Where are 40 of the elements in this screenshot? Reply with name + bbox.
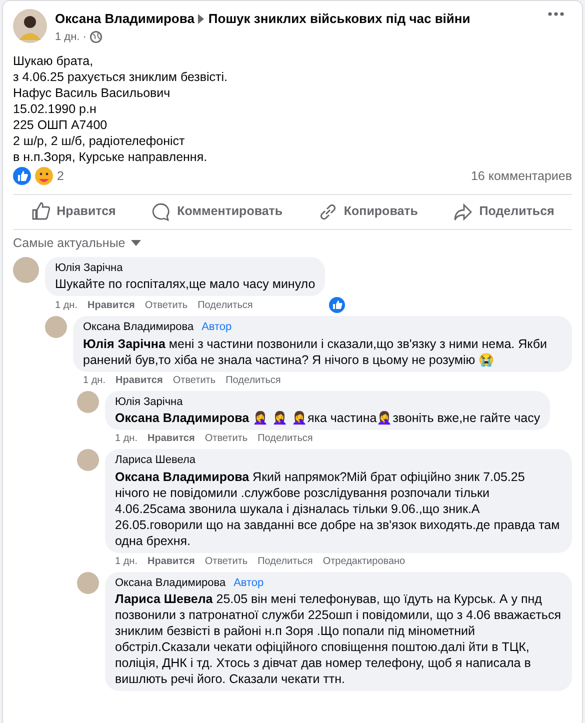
- reply-link[interactable]: Ответить: [172, 372, 216, 388]
- author-name[interactable]: Оксана Владимирова: [55, 9, 194, 28]
- post-text: Шукаю брата, з 4.06.25 рахується зниклим безвісті. Нафус Василь Васильович 15.02.1990 р.н 225 ОШП А7400 2 ш/р, 2 ш/б, радіотелефоніст в н.п.Зоря, Курське направлення.: [13, 53, 229, 165]
- sort-dropdown[interactable]: Самые актуальные: [13, 230, 142, 256]
- like-link[interactable]: Нравится: [115, 372, 163, 388]
- edited-label: Отредактировано: [322, 554, 406, 568]
- comment-text: Юлія Зарічна мені з частини позвонили і сказали,що зв'язку з ними нема. Якби ранений був,то хіба не знала частина? Я нічого в цьому не розумію 😭: [83, 336, 548, 368]
- comment-text: Лариса Шевела 25.05 він мені телефонував, що їдуть на Курськ. А у пнд позвонили з патронатної служби 225ошп і повідомили, що з 4.06 вважається зниклим безвісті в районі н.п Зоря .Що попали під мінометний обстріл.Сказали чекати офіційного сповіщення поштою.далі йти в ТЦК, поліція, ДНК і тд. Хтось з дівчат дав номер телефону, щоб я написала в вишлють речі його. Сказали чекати ттн.: [115, 591, 562, 687]
- comment-time[interactable]: 1 дн.: [115, 554, 138, 568]
- comment-button[interactable]: Комментировать: [143, 198, 291, 225]
- author-label: Автор: [234, 576, 264, 590]
- share-link[interactable]: Поделиться: [258, 431, 313, 446]
- share-link[interactable]: Поделиться: [198, 298, 253, 312]
- like-link[interactable]: Нравится: [147, 554, 195, 568]
- comment-author[interactable]: Юлія Зарічна: [115, 394, 183, 410]
- comment-author[interactable]: Лариса Шевела: [115, 452, 196, 468]
- reply-link[interactable]: Ответить: [204, 431, 248, 446]
- like-button[interactable]: Нравится: [22, 198, 124, 225]
- reaction-count[interactable]: 2: [57, 167, 64, 186]
- comment-time[interactable]: 1 дн.: [115, 431, 138, 446]
- comment-text: Оксана Владимирова Який напрямок?Мій брат офіційно зник 7.05.25 нічого не повідомили .службове розслідування розпочали тільки 4.06.25сама звонила шукала і дізналась тільки 9.06.,що зник.А 26.05.говорили що на завданні все добре на зв'язок виходять.де правда там одна брехня.: [115, 468, 561, 548]
- comment-text: Оксана Владимирова 🤦‍♀ 🤦‍♀ 🤦‍♀яка частина🤦‍♀звоніть вже,не гайте часу: [115, 410, 540, 426]
- like-link[interactable]: Нравится: [87, 298, 135, 312]
- share-button[interactable]: Поделиться: [445, 198, 562, 225]
- comment-author[interactable]: Оксана Владимирова: [115, 574, 226, 591]
- like-link[interactable]: Нравится: [147, 431, 195, 446]
- comment-time[interactable]: 1 дн.: [55, 298, 78, 312]
- post-time[interactable]: 1 дн. ·: [55, 28, 86, 45]
- copy-button[interactable]: Копировать: [310, 198, 426, 225]
- reply-link[interactable]: Ответить: [144, 298, 188, 312]
- comment-count[interactable]: 16 комментариев: [470, 167, 572, 186]
- share-link[interactable]: Поделиться: [258, 554, 313, 568]
- share-link[interactable]: Поделиться: [226, 372, 281, 388]
- comment-text: Шукайте по госпіталях,ще мало часу минуло: [55, 276, 316, 292]
- reply-link[interactable]: Ответить: [204, 554, 248, 568]
- comment-author[interactable]: Оксана Владимирова: [83, 319, 194, 336]
- comment-author[interactable]: Юлія Зарічна: [55, 260, 123, 276]
- group-name[interactable]: Пошук зниклих військових під час війни: [208, 9, 470, 28]
- comment-time[interactable]: 1 дн.: [83, 372, 106, 388]
- author-label: Автор: [202, 320, 232, 335]
